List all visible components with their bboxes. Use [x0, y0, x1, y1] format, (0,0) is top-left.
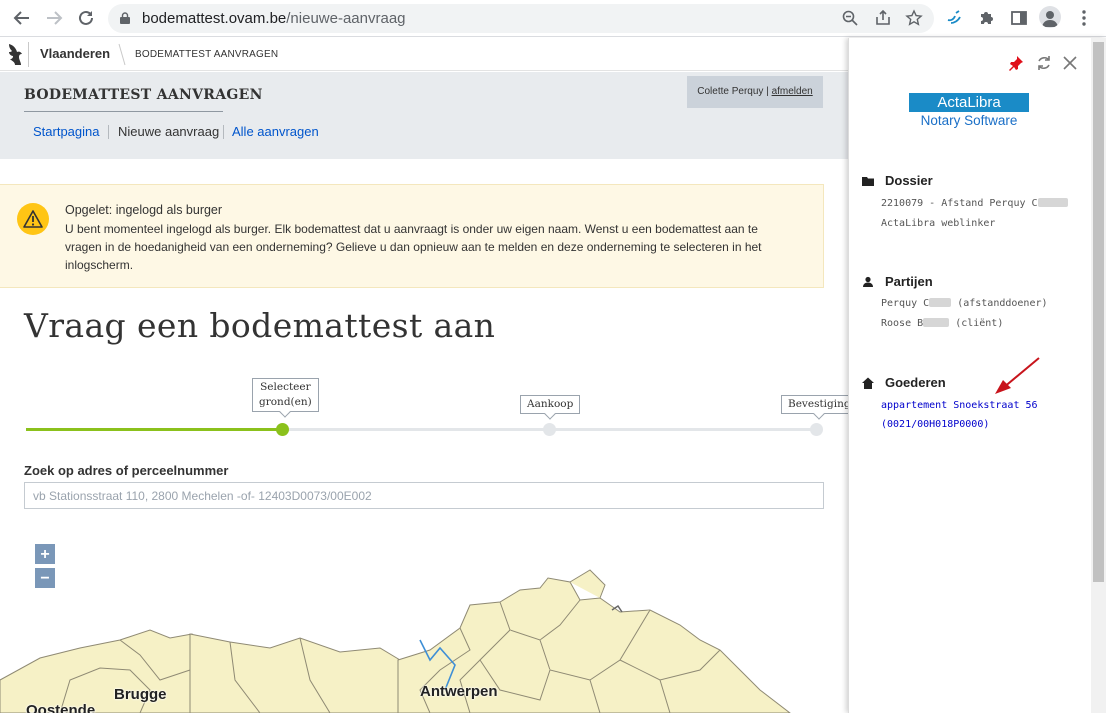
panel-scrollbar[interactable] [1091, 38, 1106, 713]
map-viewer[interactable]: + − Brugge Antwerpen Oostende [0, 530, 848, 713]
address-bar[interactable]: bodemattest.ovam.be/nieuwe-aanvraag [108, 4, 934, 33]
party-name: Roose B [881, 318, 924, 329]
progress-completed [26, 428, 284, 431]
goed-link[interactable]: appartement Snoekstraat 56 [881, 400, 1038, 411]
zoom-in-button[interactable]: + [34, 543, 56, 565]
site-brand[interactable]: Vlaanderen [40, 46, 110, 61]
site-header: Vlaanderen BODEMATTEST AANVRAGEN [0, 38, 848, 71]
party-line-2: Roose B (cliënt) [881, 318, 1003, 329]
step-label-select: Selecteer grond(en) [252, 378, 319, 412]
step-label-bevestiging: Bevestiging [781, 395, 858, 414]
side-panel-icon[interactable] [1009, 8, 1029, 28]
logout-link[interactable]: afmelden [772, 86, 813, 97]
page-title: Vraag een bodemattest aan [24, 306, 496, 345]
step-dot-select[interactable] [276, 423, 289, 436]
tab-startpagina[interactable]: Startpagina [33, 124, 100, 139]
url-text: bodemattest.ovam.be/nieuwe-aanvraag [142, 10, 406, 27]
goed-link-parcel[interactable]: (0021/00H018P0000) [881, 419, 989, 430]
partijen-title: Partijen [885, 274, 933, 289]
arrow-left-icon [13, 11, 29, 25]
step-label-line: grond(en) [259, 396, 312, 408]
extension-icon[interactable] [945, 8, 965, 28]
actalibra-logo: ActaLibra Notary Software [909, 93, 1029, 130]
redacted-text [923, 318, 950, 327]
tab-nieuwe-aanvraag[interactable]: Nieuwe aanvraag [118, 124, 219, 139]
reload-button[interactable] [76, 8, 96, 28]
step-label-line: Selecteer [260, 381, 311, 393]
goederen-title: Goederen [885, 375, 946, 390]
tab-divider [223, 125, 224, 139]
folder-icon [862, 177, 874, 186]
arrow-right-icon [47, 11, 63, 25]
dossier-line-1: 2210079 - Afstand Perquy C [881, 198, 1068, 209]
kebab-menu-icon[interactable] [1074, 8, 1094, 28]
warning-icon [17, 203, 49, 235]
app-header: BODEMATTEST AANVRAGEN Colette Perquy | a… [0, 72, 848, 159]
header-divider [28, 42, 29, 67]
step-label-line: Bevestiging [788, 398, 851, 410]
alert-title: Opgelet: ingelogd als burger [65, 203, 223, 217]
redacted-text [929, 298, 952, 307]
pin-icon[interactable] [1007, 54, 1025, 72]
person-icon [863, 276, 873, 287]
search-input[interactable] [24, 482, 824, 509]
zoom-out-button[interactable]: − [34, 567, 56, 589]
dossier-line-2: ActaLibra weblinker [881, 218, 996, 229]
star-icon[interactable] [905, 9, 923, 27]
step-label-line: Aankoop [527, 398, 574, 410]
brand-top: ActaLibra [909, 93, 1029, 112]
flemish-lion-logo [9, 44, 22, 65]
user-name: Colette Perquy [697, 86, 764, 97]
lock-icon [120, 12, 130, 24]
puzzle-icon[interactable] [977, 8, 997, 28]
forward-button[interactable] [44, 8, 64, 28]
step-label-aankoop: Aankoop [520, 395, 581, 414]
map-label-brugge: Brugge [114, 686, 167, 703]
url-path: /nieuwe-aanvraag [286, 10, 406, 27]
user-separator: | [763, 86, 772, 97]
house-icon [862, 377, 874, 389]
magnifier-icon[interactable] [841, 9, 859, 27]
party-name: Perquy C [881, 298, 930, 309]
url-host: bodemattest.ovam.be [142, 10, 287, 27]
profile-icon[interactable] [1039, 6, 1061, 28]
brand-bottom: Notary Software [920, 113, 1018, 128]
search-label: Zoek op adres of perceelnummer [24, 463, 229, 478]
share-icon[interactable] [874, 9, 892, 27]
breadcrumb-slash [118, 43, 126, 66]
party-line-1: Perquy C (afstanddoener) [881, 298, 1048, 309]
browser-toolbar: bodemattest.ovam.be/nieuwe-aanvraag [0, 0, 1106, 37]
dossier-title: Dossier [885, 173, 933, 188]
tab-alle-aanvragen[interactable]: Alle aanvragen [232, 124, 319, 139]
warning-alert: Opgelet: ingelogd als burger U bent mome… [0, 184, 824, 288]
reload-icon [79, 10, 93, 25]
user-box: Colette Perquy | afmelden [687, 76, 823, 108]
step-dot-bevestiging [810, 423, 823, 436]
alert-text: U bent momenteel ingelogd als burger. El… [65, 222, 762, 272]
app-title: BODEMATTEST AANVRAGEN [24, 87, 263, 103]
close-icon[interactable] [1061, 54, 1079, 72]
map-label-oostende: Oostende [26, 702, 96, 713]
title-underline [24, 111, 223, 112]
annotation-arrow [995, 357, 1040, 394]
map-label-antwerpen: Antwerpen [420, 683, 498, 700]
panel-scroll-thumb[interactable] [1093, 42, 1104, 582]
redacted-text [1037, 198, 1068, 207]
step-dot-aankoop [543, 423, 556, 436]
refresh-icon[interactable] [1035, 54, 1053, 72]
back-button[interactable] [12, 8, 32, 28]
dossier-text: 2210079 - Afstand Perquy C [881, 198, 1038, 209]
party-role: (cliënt) [955, 318, 1004, 329]
party-role: (afstanddoener) [957, 298, 1048, 309]
tab-divider [108, 125, 109, 139]
actalibra-panel: ActaLibra Notary Software Dossier 221007… [848, 38, 1106, 713]
site-app-name[interactable]: BODEMATTEST AANVRAGEN [135, 49, 278, 60]
